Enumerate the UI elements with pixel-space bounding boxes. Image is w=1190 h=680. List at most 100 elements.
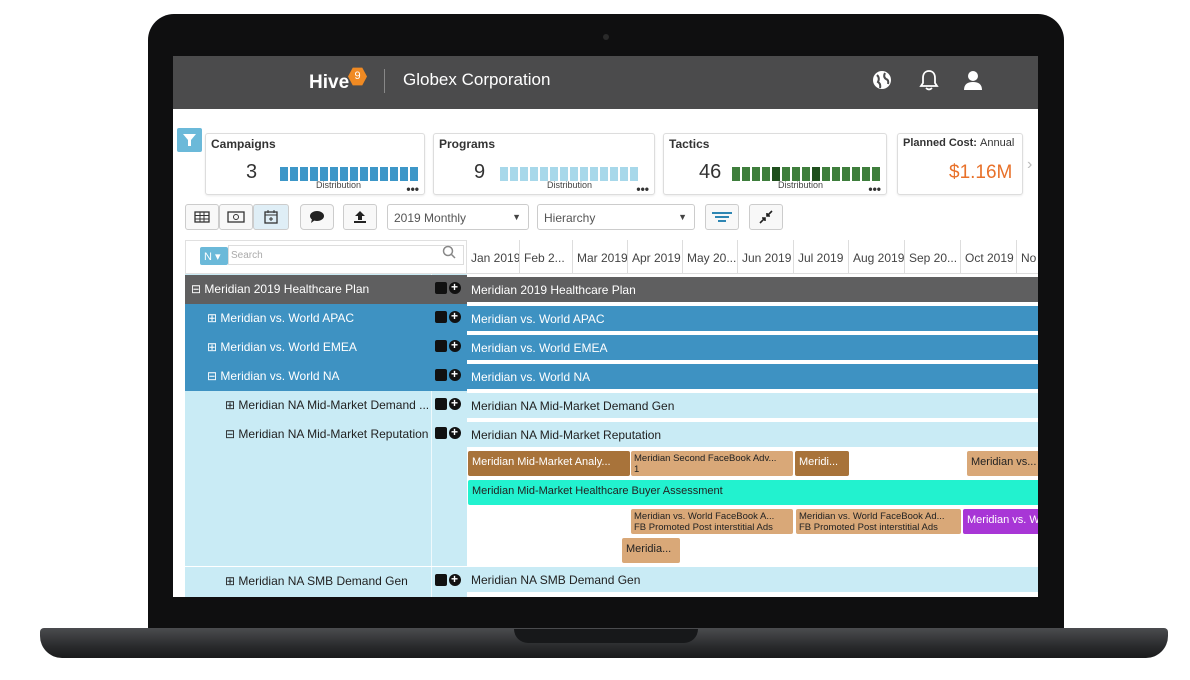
edit-icon[interactable] xyxy=(435,340,447,352)
tree-row-plan[interactable]: ⊟ Meridian 2019 Healthcare Plan xyxy=(185,275,467,304)
chevron-right-icon[interactable]: › xyxy=(1027,156,1032,174)
add-icon[interactable] xyxy=(449,338,461,352)
edit-icon[interactable] xyxy=(435,398,447,410)
distribution-bar xyxy=(390,167,398,181)
expand-toggle-icon[interactable]: ⊞ xyxy=(225,574,235,588)
distribution-bar xyxy=(550,167,558,181)
row-actions xyxy=(435,367,461,381)
tree-row-na-reputation[interactable]: ⊟ Meridian NA Mid-Market Reputation xyxy=(185,420,467,449)
distribution-bar xyxy=(310,167,318,181)
webcam xyxy=(603,34,609,40)
collapse-toggle-icon[interactable]: ⊟ xyxy=(225,427,235,441)
tactic-bar[interactable]: Meridian Mid-Market Analy... xyxy=(468,451,630,476)
tactics-more-icon[interactable]: ••• xyxy=(868,183,881,195)
distribution-bar xyxy=(852,167,860,181)
user-icon[interactable] xyxy=(962,69,986,93)
organization-name[interactable]: Globex Corporation xyxy=(403,70,550,90)
gantt-lines-button[interactable] xyxy=(705,204,739,230)
search-filter-dropdown[interactable]: N ▾ xyxy=(200,247,228,265)
tree-row-na-demand[interactable]: ⊞ Meridian NA Mid-Market Demand ... xyxy=(185,391,467,420)
month-label: No xyxy=(1017,240,1038,274)
period-select[interactable]: 2019 Monthly ▼ xyxy=(387,204,529,230)
tactics-count: 46 xyxy=(699,161,722,183)
edit-icon[interactable] xyxy=(435,574,447,586)
tree-label: Meridian NA SMB Demand Gen xyxy=(238,574,408,588)
gantt-bar-na[interactable]: Meridian vs. World NA xyxy=(467,364,1038,389)
edit-icon[interactable] xyxy=(435,282,447,294)
add-icon[interactable] xyxy=(449,396,461,410)
money-icon xyxy=(227,211,245,223)
edit-icon[interactable] xyxy=(435,427,447,439)
filter-button[interactable] xyxy=(177,128,202,152)
edit-icon[interactable] xyxy=(435,369,447,381)
month-label: Oct 2019 xyxy=(961,240,1017,274)
tactic-bar[interactable]: Meridian vs. World FaceBook A... FB Promo… xyxy=(631,509,793,534)
planned-cost-card[interactable]: Planned Cost: Annual $1.16M xyxy=(897,133,1023,195)
campaigns-more-icon[interactable]: ••• xyxy=(406,183,419,195)
gantt-bar-na-reputation[interactable]: Meridian NA Mid-Market Reputation xyxy=(467,422,1038,447)
tactic-bar[interactable]: Meridian vs. W xyxy=(963,509,1038,534)
tree-row-na-smb[interactable]: ⊞ Meridian NA SMB Demand Gen xyxy=(185,566,467,595)
expand-toggle-icon[interactable]: ⊞ xyxy=(207,311,217,325)
row-actions xyxy=(435,338,461,352)
row-actions xyxy=(435,396,461,410)
programs-more-icon[interactable]: ••• xyxy=(636,183,649,195)
tactics-card[interactable]: Tactics 46 Distribution ••• xyxy=(663,133,887,195)
distribution-bar xyxy=(762,167,770,181)
add-icon[interactable] xyxy=(449,572,461,586)
calendar-view-button[interactable] xyxy=(253,204,289,230)
tree-row-apac[interactable]: ⊞ Meridian vs. World APAC xyxy=(185,304,467,333)
gantt-bar-emea[interactable]: Meridian vs. World EMEA xyxy=(467,335,1038,360)
add-icon[interactable] xyxy=(449,280,461,294)
tactic-bar[interactable]: Meridian Second FaceBook Adv... 1 xyxy=(631,451,793,476)
distribution-bar xyxy=(360,167,368,181)
hive-logo[interactable]: Hive xyxy=(309,72,349,94)
distribution-bar xyxy=(842,167,850,181)
search-input[interactable]: Search xyxy=(228,245,464,265)
gantt-bar-na-demand[interactable]: Meridian NA Mid-Market Demand Gen xyxy=(467,393,1038,418)
tactic-bar[interactable]: Meridian Mid-Market Healthcare Buyer Ass… xyxy=(468,480,1038,505)
tactic-bar[interactable]: Meridian vs... xyxy=(967,451,1038,476)
tactic-bar[interactable]: Meridi... xyxy=(795,451,849,476)
tactic-bar[interactable]: Meridia... xyxy=(622,538,680,563)
budget-view-button[interactable] xyxy=(219,204,253,230)
collapse-toggle-icon[interactable]: ⊟ xyxy=(191,282,201,296)
gantt-bar-na-smb[interactable]: Meridian NA SMB Demand Gen xyxy=(467,567,1038,592)
collapse-button[interactable] xyxy=(749,204,783,230)
tree-row-na[interactable]: ⊟ Meridian vs. World NA xyxy=(185,362,467,391)
add-icon[interactable] xyxy=(449,367,461,381)
gantt-bar-plan[interactable]: Meridian 2019 Healthcare Plan xyxy=(467,277,1038,302)
comment-button[interactable] xyxy=(300,204,334,230)
globe-icon[interactable] xyxy=(871,69,895,93)
expand-toggle-icon[interactable]: ⊞ xyxy=(207,340,217,354)
distribution-bar xyxy=(862,167,870,181)
campaigns-card[interactable]: Campaigns 3 Distribution ••• xyxy=(205,133,425,195)
tactic-bar[interactable]: Meridian vs. World FaceBook Ad... FB Prom… xyxy=(796,509,961,534)
month-label: Jul 2019 xyxy=(794,240,849,274)
distribution-bar xyxy=(290,167,298,181)
bell-icon[interactable] xyxy=(918,69,942,93)
distribution-bar xyxy=(380,167,388,181)
add-icon[interactable] xyxy=(449,425,461,439)
gantt-bar-apac[interactable]: Meridian vs. World APAC xyxy=(467,306,1038,331)
campaigns-distribution-bars xyxy=(280,167,418,181)
tactics-distribution-bars xyxy=(732,167,880,181)
tree-label: Meridian NA Mid-Market Demand ... xyxy=(238,398,430,412)
search-icon[interactable] xyxy=(442,245,456,264)
collapse-toggle-icon[interactable]: ⊟ xyxy=(207,369,217,383)
month-label: Apr 2019 xyxy=(628,240,683,274)
expand-toggle-icon[interactable]: ⊞ xyxy=(225,398,235,412)
edit-icon[interactable] xyxy=(435,311,447,323)
tree-row-emea[interactable]: ⊞ Meridian vs. World EMEA xyxy=(185,333,467,362)
hive-logo-badge: 9 xyxy=(348,67,367,86)
distribution-bar xyxy=(280,167,288,181)
programs-card[interactable]: Programs 9 Distribution ••• xyxy=(433,133,655,195)
list-icon xyxy=(712,212,732,222)
grid-view-button[interactable] xyxy=(185,204,219,230)
month-label: Feb 2... xyxy=(520,240,573,274)
add-icon[interactable] xyxy=(449,309,461,323)
export-button[interactable] xyxy=(343,204,377,230)
hierarchy-select[interactable]: Hierarchy ▼ xyxy=(537,204,695,230)
calendar-icon xyxy=(264,210,278,224)
tactics-distribution-label: Distribution xyxy=(778,180,824,190)
